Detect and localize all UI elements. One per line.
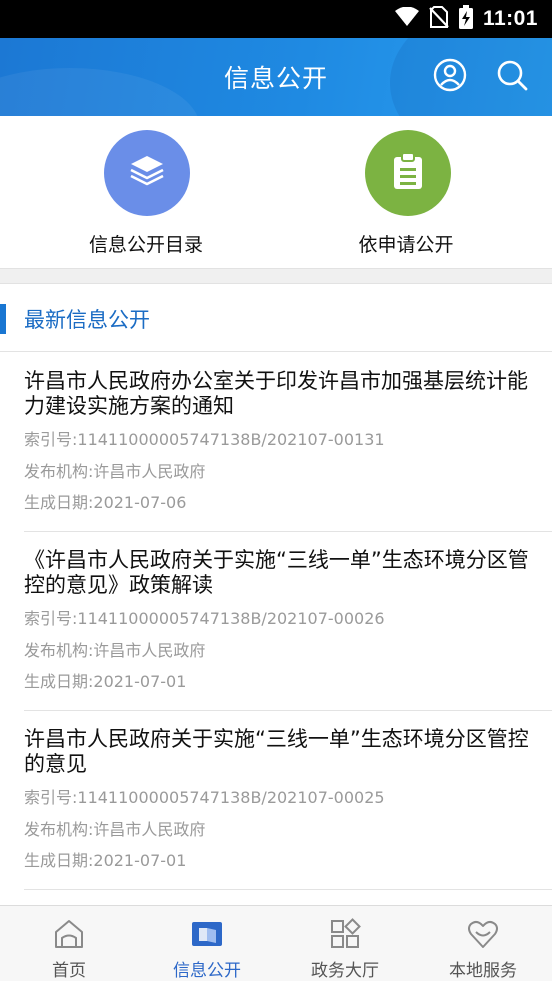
nav-info-public[interactable]: 信息公开 <box>138 906 276 981</box>
news-title: 许昌市人民政府关于实施“三线一单”生态环境分区管控的意见 <box>24 727 529 776</box>
status-time: 11:01 <box>482 7 538 30</box>
news-date: 生成日期:2021-07-01 <box>24 672 187 691</box>
catalog-icon-circle <box>104 130 190 216</box>
news-list: 许昌市人民政府办公室关于印发许昌市加强基层统计能力建设实施方案的通知 索引号:1… <box>0 353 552 890</box>
home-icon <box>51 916 87 952</box>
news-date: 生成日期:2021-07-01 <box>24 851 187 870</box>
section-divider <box>0 268 552 284</box>
news-index-code: 索引号:11411000005747138B/202107-00025 <box>24 788 385 807</box>
battery-charging-icon <box>458 5 473 33</box>
catalog-label: 信息公开目录 <box>88 234 203 256</box>
section-accent-bar <box>0 304 6 334</box>
list-item[interactable]: 《许昌市人民政府关于实施“三线一单”生态环境分区管控的意见》政策解读 索引号:1… <box>24 532 552 711</box>
apply-icon-circle <box>365 130 451 216</box>
bottom-nav: 首页 信息公开 政务大厅 本地服务 <box>0 905 552 981</box>
news-index-code: 索引号:11411000005747138B/202107-00026 <box>24 609 385 628</box>
quick-entry-row: 信息公开目录 依申请公开 <box>0 116 552 268</box>
nav-gov-hall-label: 政务大厅 <box>311 961 379 981</box>
apply-label: 依申请公开 <box>358 234 454 256</box>
status-bar: 11:01 <box>0 0 552 38</box>
nav-gov-hall[interactable]: 政务大厅 <box>276 906 414 981</box>
catalog-entry[interactable]: 信息公开目录 <box>0 116 276 268</box>
news-publisher: 发布机构:许昌市人民政府 <box>24 641 206 660</box>
nav-info-public-label: 信息公开 <box>173 961 241 981</box>
apply-entry[interactable]: 依申请公开 <box>276 116 552 268</box>
status-icons: 11:01 <box>394 5 538 33</box>
user-button[interactable] <box>431 58 469 96</box>
apps-grid-icon <box>327 916 363 952</box>
heart-icon <box>465 916 501 952</box>
nav-local-service-label: 本地服务 <box>449 961 517 981</box>
page-title: 信息公开 <box>223 64 328 93</box>
book-icon <box>189 916 225 952</box>
news-title: 《许昌市人民政府关于实施“三线一单”生态环境分区管控的意见》政策解读 <box>24 548 529 597</box>
nav-home-label: 首页 <box>52 961 86 981</box>
section-title: 最新信息公开 <box>24 308 150 332</box>
news-title: 许昌市人民政府办公室关于印发许昌市加强基层统计能力建设实施方案的通知 <box>24 369 528 418</box>
news-index-code: 索引号:11411000005747138B/202107-00131 <box>24 430 385 449</box>
layers-icon <box>127 151 167 195</box>
wifi-icon <box>394 6 419 31</box>
nav-home[interactable]: 首页 <box>0 906 138 981</box>
news-publisher: 发布机构:许昌市人民政府 <box>24 462 206 481</box>
news-date: 生成日期:2021-07-06 <box>24 493 187 512</box>
list-item[interactable]: 许昌市人民政府办公室关于印发许昌市加强基层统计能力建设实施方案的通知 索引号:1… <box>24 353 552 532</box>
clipboard-icon <box>390 151 426 195</box>
search-icon <box>495 58 529 96</box>
search-button[interactable] <box>493 58 531 96</box>
news-publisher: 发布机构:许昌市人民政府 <box>24 820 206 839</box>
section-header: 最新信息公开 <box>0 284 552 352</box>
nav-local-service[interactable]: 本地服务 <box>414 906 552 981</box>
list-item[interactable]: 许昌市人民政府关于实施“三线一单”生态环境分区管控的意见 索引号:1141100… <box>24 711 552 890</box>
user-icon <box>433 58 467 96</box>
no-sim-icon <box>429 6 449 32</box>
app-header: 信息公开 <box>0 38 552 116</box>
